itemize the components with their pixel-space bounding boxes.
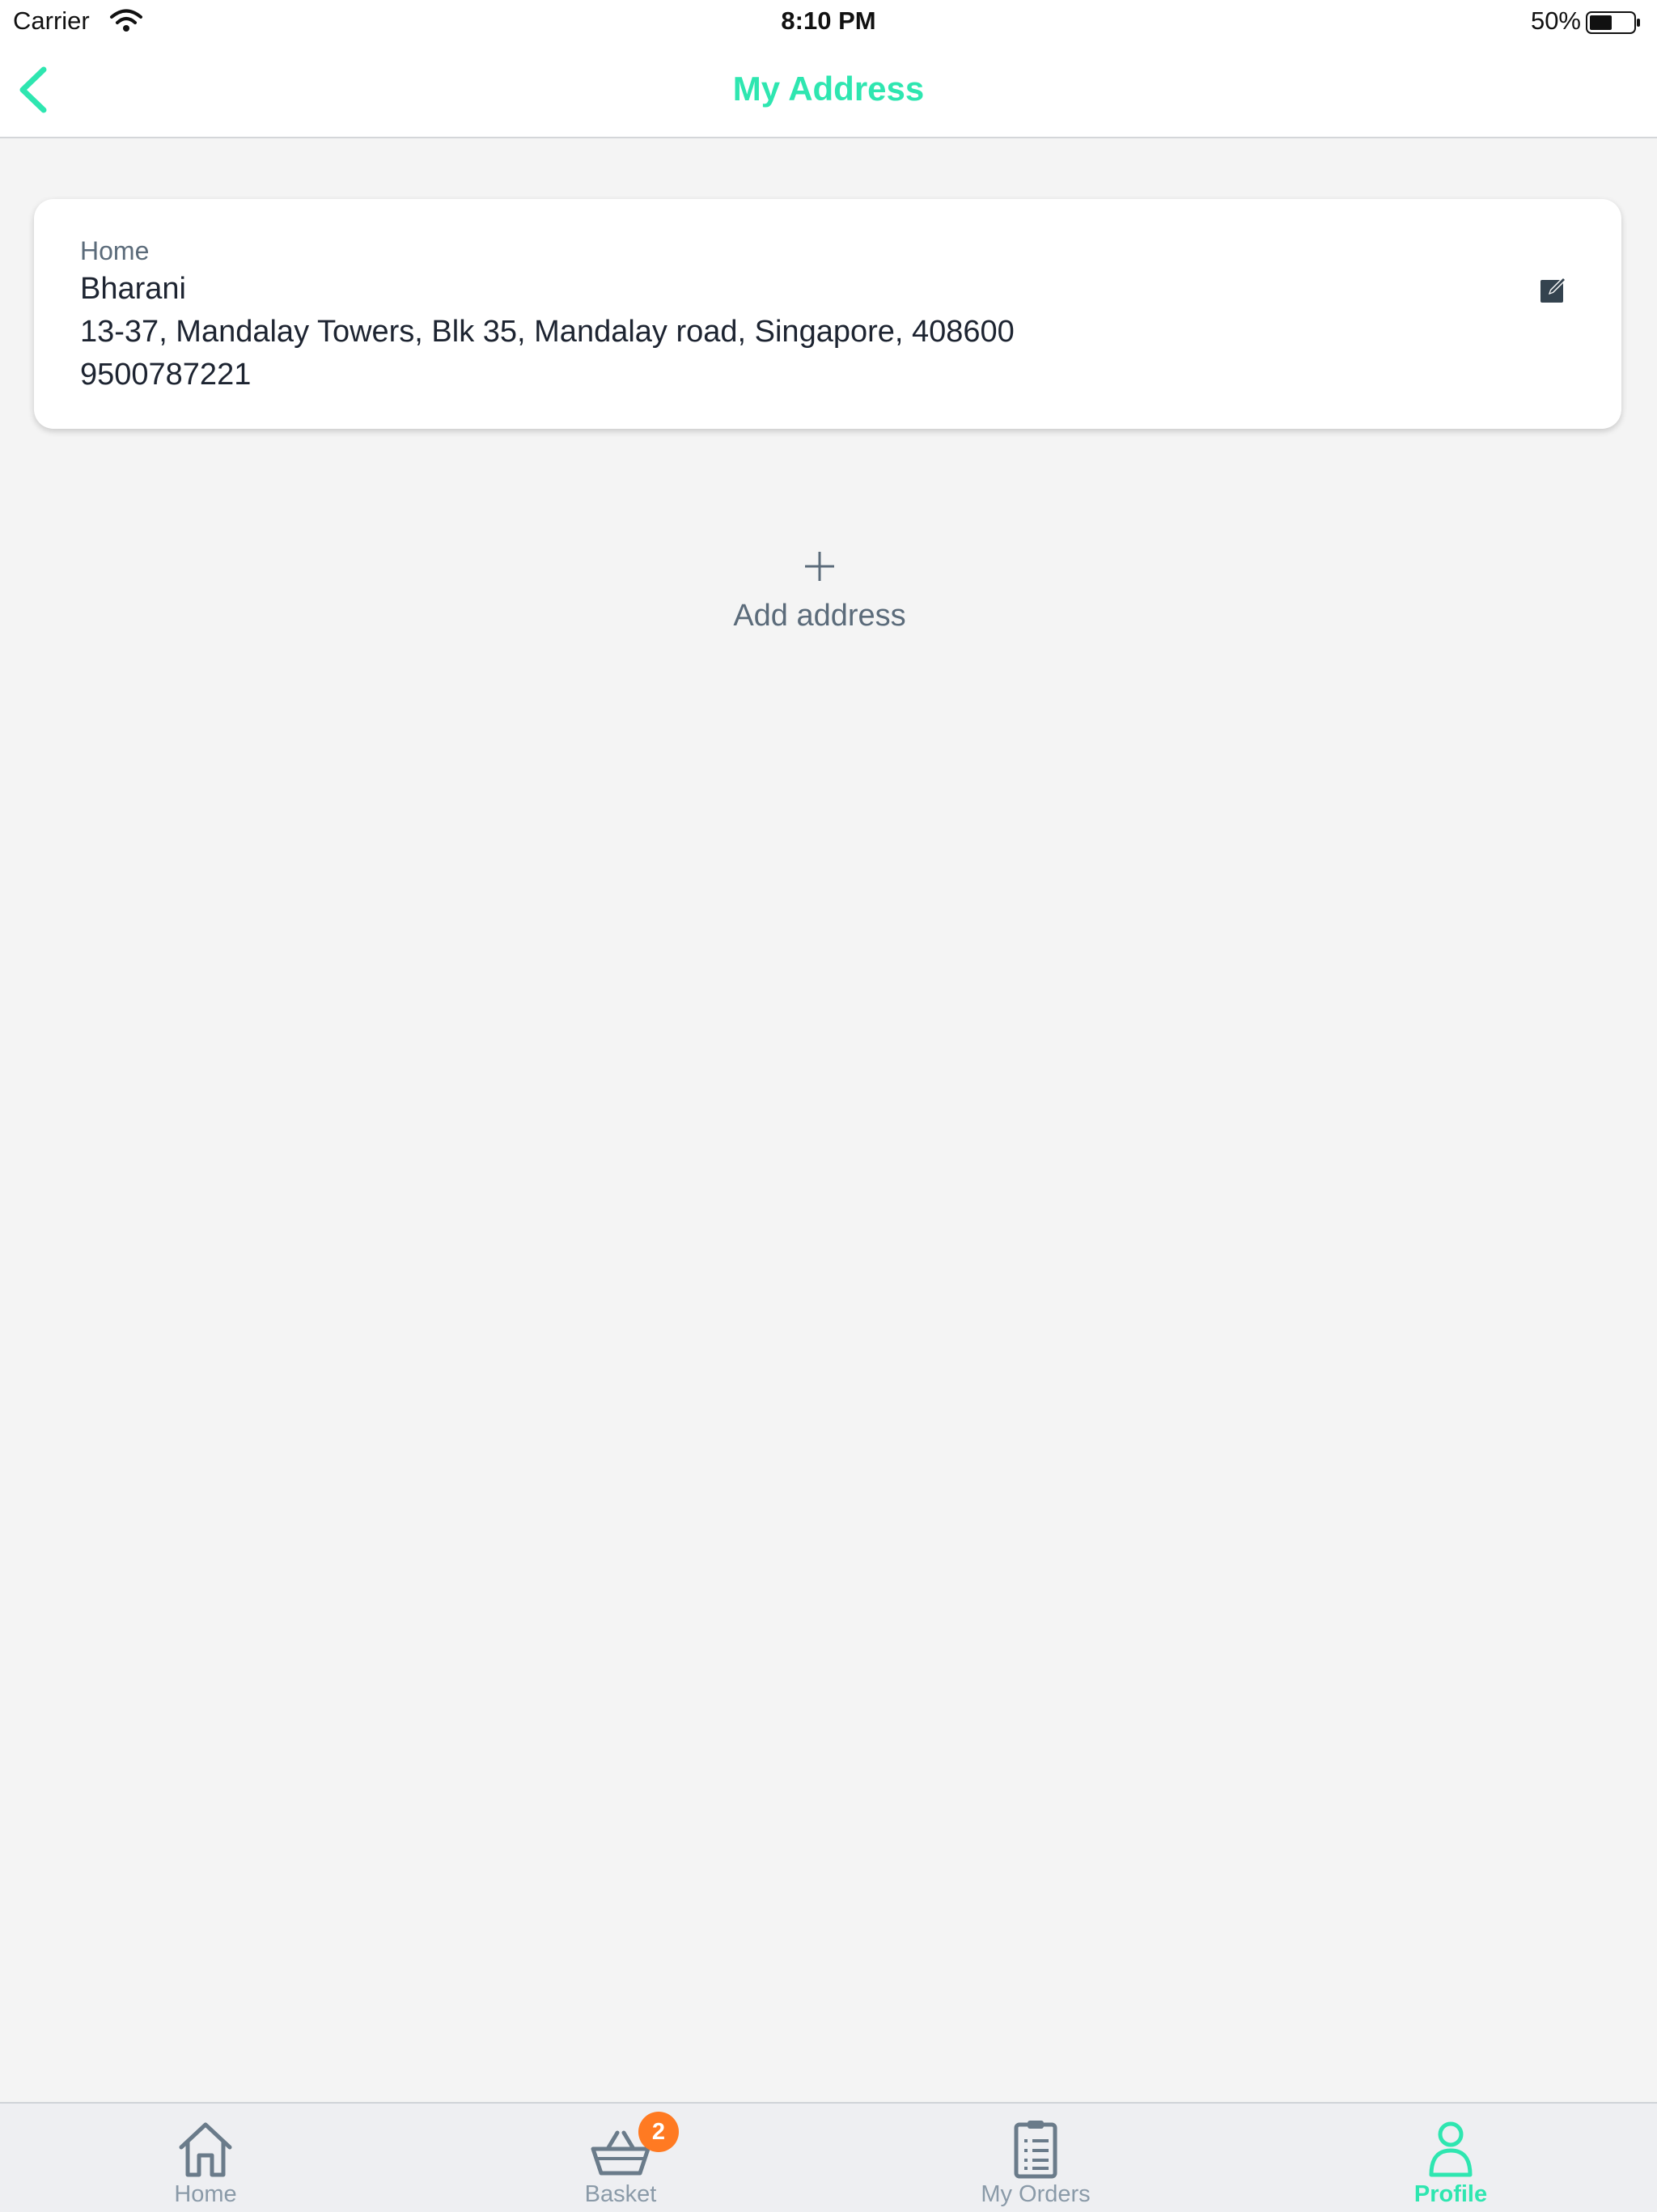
page-title: My Address [732,70,925,108]
basket-badge: 2 [638,2112,679,2152]
address-name: Bharani [80,272,186,306]
add-address-label: Add address [733,599,906,633]
tab-my-orders-label: My Orders [981,2181,1091,2207]
tab-my-orders[interactable]: My Orders [914,2104,1157,2212]
address-phone: 9500787221 [80,358,252,392]
plus-icon [805,552,834,581]
tab-profile-label: Profile [1413,2181,1488,2207]
tab-basket-label: Basket [584,2181,657,2207]
add-address-button[interactable]: Add address [707,544,932,641]
address-type-label: Home [80,236,150,265]
home-icon [179,2122,232,2177]
tab-home-label: Home [174,2181,237,2207]
battery-icon [1586,11,1640,34]
person-icon [1429,2121,1473,2177]
tab-profile[interactable]: Profile [1329,2104,1572,2212]
tab-bar: Home 2 Basket My Orders Profile [0,2102,1657,2212]
status-bar: Carrier 8:10 PM 50% [0,0,1657,45]
edit-icon [1540,277,1566,303]
battery-percentage: 50% [1530,6,1581,35]
clipboard-icon [1014,2121,1057,2179]
address-line: 13-37, Mandalay Towers, Blk 35, Mandalay… [80,315,1015,349]
tab-basket[interactable]: 2 Basket [499,2104,742,2212]
address-card[interactable]: Home Bharani 13-37, Mandalay Towers, Blk… [34,199,1621,429]
navigation-bar: My Address [0,45,1657,138]
tab-home[interactable]: Home [84,2104,327,2212]
status-time: 8:10 PM [781,6,876,35]
edit-address-button[interactable] [1537,273,1570,306]
